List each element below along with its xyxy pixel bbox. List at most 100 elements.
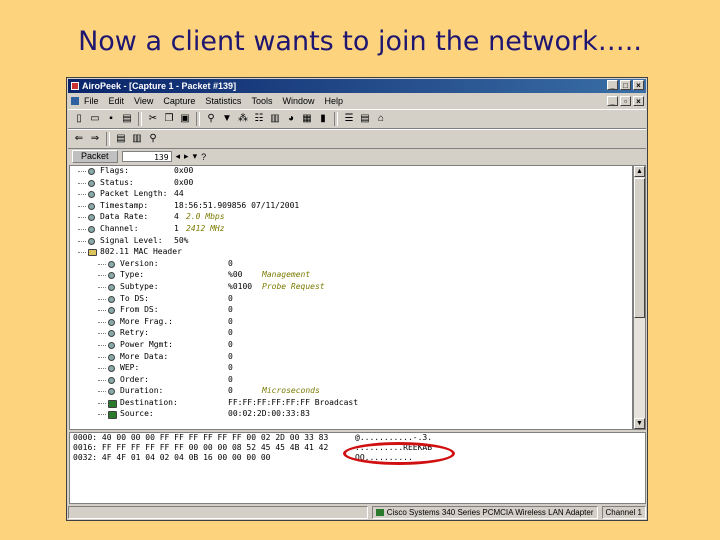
menu-tools[interactable]: Tools — [251, 94, 272, 108]
decode-row[interactable]: Signal Level: 50% — [70, 236, 632, 248]
decode-row[interactable]: Status: 0x00 — [70, 178, 632, 190]
field-name: WEP: — [120, 363, 140, 373]
open-icon[interactable]: ▭ — [88, 112, 102, 126]
decode-row[interactable]: WEP: 0 — [70, 363, 632, 375]
decode-row[interactable]: 802.11 MAC Header — [70, 247, 632, 259]
decode-row[interactable]: Packet Length: 44 — [70, 189, 632, 201]
field-value: 0 — [228, 328, 233, 338]
decode-scrollbar[interactable]: ▲ ▼ — [633, 165, 646, 430]
stats-icon[interactable]: ◕ — [284, 112, 298, 126]
field-icon — [108, 330, 115, 338]
menu-capture[interactable]: Capture — [163, 94, 195, 108]
scroll-up-icon[interactable]: ▲ — [634, 166, 645, 177]
hex-view-icon[interactable]: ▥ — [130, 132, 144, 146]
highlight-circle — [343, 442, 455, 465]
decode-row[interactable]: More Frag.: 0 — [70, 317, 632, 329]
decode-row[interactable]: To DS: 0 — [70, 294, 632, 306]
decode-row[interactable]: Order: 0 — [70, 375, 632, 387]
decode-row[interactable]: Duration: 0 Microseconds — [70, 386, 632, 398]
field-value: 0 — [228, 305, 233, 315]
doc-minimize-icon[interactable]: _ — [607, 96, 618, 106]
tree-connector — [98, 286, 106, 289]
packet-toolbar: ⇐ ⇒ ▤ ▥ ⚲ — [68, 129, 646, 149]
adapter-name: Cisco Systems 340 Series PCMCIA Wireless… — [386, 508, 594, 517]
main-toolbar: ▯ ▭ ▪ ▤ ✂ ❐ ▣ ⚲ ▼ ⁂ ☷ ▥ ◕ ▦ ▮ ☰ ▤ ⌂ — [68, 109, 646, 129]
decode-row[interactable]: Flags: 0x00 — [70, 166, 632, 178]
find-icon[interactable]: ⚲ — [146, 132, 160, 146]
nodes-icon[interactable]: ⁂ — [236, 112, 250, 126]
decode-row[interactable]: Destination: FF:FF:FF:FF:FF:FF Broadcast — [70, 398, 632, 410]
status-bar: Cisco Systems 340 Series PCMCIA Wireless… — [68, 505, 646, 520]
field-comment: Management — [262, 270, 311, 280]
decode-row[interactable]: Version: 0 — [70, 259, 632, 271]
field-value: 0 — [228, 293, 233, 303]
doc-close-icon[interactable]: × — [633, 96, 644, 106]
field-value: 0 — [228, 363, 233, 373]
decode-row[interactable]: Type: %00 Management — [70, 270, 632, 282]
menu-window[interactable]: Window — [282, 94, 314, 108]
scroll-down-icon[interactable]: ▼ — [634, 418, 645, 429]
chart-icon[interactable]: ▮ — [316, 112, 330, 126]
folder-icon — [88, 249, 97, 257]
field-icon — [108, 272, 115, 280]
conversations-icon[interactable]: ▥ — [268, 112, 282, 126]
decode-row[interactable]: Retry: 0 — [70, 328, 632, 340]
decode-view-icon[interactable]: ▤ — [114, 132, 128, 146]
next-packet-icon[interactable]: ▸ — [184, 151, 189, 162]
decode-row[interactable]: Data Rate: 4 2.0 Mbps — [70, 212, 632, 224]
field-value: %00 — [228, 270, 243, 280]
field-icon — [108, 283, 115, 291]
field-value: 50% — [174, 235, 189, 245]
decode-row[interactable]: From DS: 0 — [70, 305, 632, 317]
window-titlebar[interactable]: AiroPeek - [Capture 1 - Packet #139] _ □… — [68, 79, 646, 93]
copy-icon[interactable]: ❐ — [162, 112, 176, 126]
packet-number-field[interactable]: 139 — [121, 151, 172, 162]
alarm-icon[interactable]: ▤ — [358, 112, 372, 126]
tree-connector — [98, 414, 106, 416]
menu-help[interactable]: Help — [324, 94, 343, 108]
field-value: %0100 — [228, 281, 253, 291]
prev-packet-icon[interactable]: ◂ — [176, 151, 181, 162]
forward-icon[interactable]: ⇒ — [88, 132, 102, 146]
field-icon — [108, 376, 115, 384]
history-icon[interactable]: ▦ — [300, 112, 314, 126]
decode-pane[interactable]: Flags: 0x00 Status: 0x00 Packet Length: 44 Tim… — [69, 165, 633, 430]
slide-title: Now a client wants to join the network….… — [78, 26, 642, 57]
menu-edit[interactable]: Edit — [109, 94, 125, 108]
minimize-icon[interactable]: _ — [607, 80, 618, 90]
field-value: 0x00 — [174, 177, 194, 187]
maximize-icon[interactable]: □ — [620, 80, 631, 90]
status-message — [68, 506, 368, 519]
decode-row[interactable]: Subtype: %0100 Probe Request — [70, 282, 632, 294]
save-icon[interactable]: ▪ — [104, 112, 118, 126]
decode-row[interactable]: Timestamp: 18:56:51.909856 07/11/2001 — [70, 201, 632, 213]
protocols-icon[interactable]: ☷ — [252, 112, 266, 126]
field-name: Destination: — [120, 397, 178, 407]
node-icon — [108, 411, 117, 420]
log-icon[interactable]: ☰ — [342, 112, 356, 126]
menu-file[interactable]: File — [84, 94, 99, 108]
menu-view[interactable]: View — [134, 94, 153, 108]
new-icon[interactable]: ▯ — [72, 112, 86, 126]
field-name: From DS: — [120, 305, 159, 315]
decode-row[interactable]: More Data: 0 — [70, 352, 632, 364]
back-icon[interactable]: ⇐ — [72, 132, 86, 146]
hex-pane[interactable]: 0000: 40 00 00 00 FF FF FF FF FF FF 00 0… — [69, 432, 646, 504]
tree-connector — [98, 263, 106, 266]
scroll-thumb[interactable] — [634, 178, 645, 318]
decode-row[interactable]: Channel: 1 2412 MHz — [70, 224, 632, 236]
close-icon[interactable]: × — [633, 80, 644, 90]
trigger-icon[interactable]: ⌂ — [374, 112, 388, 126]
filter-icon[interactable]: ▼ — [220, 112, 234, 126]
print-icon[interactable]: ▤ — [120, 112, 134, 126]
decode-row[interactable]: Power Mgmt: 0 — [70, 340, 632, 352]
menu-statistics[interactable]: Statistics — [205, 94, 241, 108]
doc-restore-icon[interactable]: ▫ — [620, 96, 631, 106]
field-name: Source: — [120, 409, 154, 419]
help-icon[interactable]: ? — [201, 152, 206, 162]
goto-icon[interactable]: ▾ — [193, 151, 198, 162]
decode-row[interactable]: Source: 00:02:2D:00:33:83 — [70, 409, 632, 421]
paste-icon[interactable]: ▣ — [178, 112, 192, 126]
cut-icon[interactable]: ✂ — [146, 112, 160, 126]
capture-icon[interactable]: ⚲ — [204, 112, 218, 126]
